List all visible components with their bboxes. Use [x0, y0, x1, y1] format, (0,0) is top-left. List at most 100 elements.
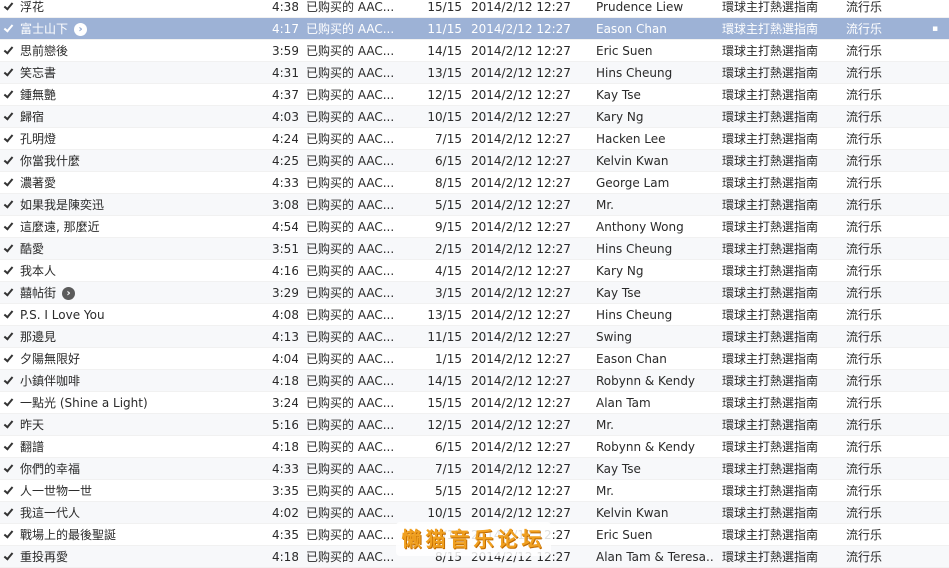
track-checkbox[interactable]	[3, 282, 17, 304]
track-date-added: 2014/2/12 12:27	[471, 220, 571, 234]
track-time: 4:35	[272, 528, 298, 542]
track-artist: Kary Ng	[596, 264, 644, 278]
track-row[interactable]: 我本人 4:16 已购买的 AAC... 4/15 2014/2/12 12:27 Kar…	[0, 260, 949, 282]
track-checkbox[interactable]	[3, 216, 17, 238]
checkmark-icon[interactable]	[3, 287, 14, 298]
track-name-cell: 一點光 (Shine a Light)	[20, 392, 265, 414]
track-checkbox[interactable]	[3, 62, 17, 84]
track-checkbox[interactable]	[3, 150, 17, 172]
checkmark-icon[interactable]	[3, 375, 14, 386]
track-genre: 流行乐	[846, 110, 883, 124]
track-name: 這麼遠, 那麼近	[20, 220, 100, 234]
track-checkbox[interactable]	[3, 524, 17, 546]
checkmark-icon[interactable]	[3, 221, 14, 232]
track-row[interactable]: 翻譜 4:18 已购买的 AAC... 6/15 2014/2/12 12:27 Roby…	[0, 436, 949, 458]
track-checkbox[interactable]	[3, 348, 17, 370]
track-row[interactable]: 夕陽無限好 4:04 已购买的 AAC... 1/15 2014/2/12 12:27 E…	[0, 348, 949, 370]
track-row[interactable]: 這麼遠, 那麼近 4:54 已购买的 AAC... 9/15 2014/2/12 12:…	[0, 216, 949, 238]
track-row[interactable]: 思前戀後 3:59 已购买的 AAC... 14/15 2014/2/12 12:27 E…	[0, 40, 949, 62]
track-number: 6/15	[435, 154, 462, 168]
track-name: 我這一代人	[20, 506, 81, 520]
checkmark-icon[interactable]	[3, 133, 14, 144]
checkmark-icon[interactable]	[3, 1, 14, 12]
track-row[interactable]: 歸宿 4:03 已购买的 AAC... 10/15 2014/2/12 12:27 Kar…	[0, 106, 949, 128]
track-row[interactable]: 你們的幸福 4:33 已购买的 AAC... 7/15 2014/2/12 12:27 K…	[0, 458, 949, 480]
track-checkbox[interactable]	[3, 480, 17, 502]
track-row[interactable]: 一點光 (Shine a Light) 3:24 已购买的 AAC... 15/15 2…	[0, 392, 949, 414]
track-row[interactable]: 笑忘書 4:31 已购买的 AAC... 13/15 2014/2/12 12:27 Hi…	[0, 62, 949, 84]
checkmark-icon[interactable]	[3, 353, 14, 364]
track-name-cell: 你們的幸福	[20, 458, 265, 480]
track-checkbox[interactable]	[3, 260, 17, 282]
track-number: 15/15	[427, 0, 462, 14]
track-artist: Eason Chan	[596, 352, 667, 366]
checkmark-icon[interactable]	[3, 89, 14, 100]
track-checkbox[interactable]	[3, 18, 17, 40]
track-checkbox[interactable]	[3, 458, 17, 480]
track-row[interactable]: 富士山下 › 4:17 已购买的 AAC... 11/15 2014/2/12 12:27…	[0, 18, 949, 40]
checkmark-icon[interactable]	[3, 463, 14, 474]
track-checkbox[interactable]	[3, 502, 17, 524]
checkmark-icon[interactable]	[3, 551, 14, 562]
track-date-added: 2014/2/12 12:27	[471, 286, 571, 300]
track-name: 囍帖街	[20, 286, 57, 300]
track-list[interactable]: 浮花 4:38 已购买的 AAC... 15/15 2014/2/12 12:27 Pru…	[0, 0, 949, 568]
track-checkbox[interactable]	[3, 414, 17, 436]
checkmark-icon[interactable]	[3, 331, 14, 342]
track-checkbox[interactable]	[3, 392, 17, 414]
track-checkbox[interactable]	[3, 194, 17, 216]
track-row[interactable]: 浮花 4:38 已购买的 AAC... 15/15 2014/2/12 12:27 Pru…	[0, 0, 949, 18]
track-row[interactable]: 濃著愛 4:33 已购买的 AAC... 8/15 2014/2/12 12:27 Geo…	[0, 172, 949, 194]
track-checkbox[interactable]	[3, 0, 17, 18]
track-row[interactable]: 鍾無艷 4:37 已购买的 AAC... 12/15 2014/2/12 12:27 Ka…	[0, 84, 949, 106]
checkmark-icon[interactable]	[3, 265, 14, 276]
track-number: 12/15	[427, 88, 462, 102]
arrow-right-circle-icon[interactable]: ›	[62, 287, 76, 300]
track-name: 濃著愛	[20, 176, 57, 190]
track-row[interactable]: 囍帖街 › 3:29 已购买的 AAC... 3/15 2014/2/12 12:27 Ka…	[0, 282, 949, 304]
checkmark-icon[interactable]	[3, 507, 14, 518]
track-row[interactable]: 酷愛 3:51 已购买的 AAC... 2/15 2014/2/12 12:27 Hins…	[0, 238, 949, 260]
track-row[interactable]: P.S. I Love You 4:08 已购买的 AAC... 13/15 2014/…	[0, 304, 949, 326]
checkmark-icon[interactable]	[3, 309, 14, 320]
checkmark-icon[interactable]	[3, 243, 14, 254]
track-row[interactable]: 我這一代人 4:02 已购买的 AAC... 10/15 2014/2/12 12:27…	[0, 502, 949, 524]
checkmark-icon[interactable]	[3, 111, 14, 122]
checkmark-icon[interactable]	[3, 155, 14, 166]
track-album: 環球主打熱選指南	[722, 308, 819, 322]
track-checkbox[interactable]	[3, 304, 17, 326]
track-checkbox[interactable]	[3, 370, 17, 392]
checkmark-icon[interactable]	[3, 441, 14, 452]
track-checkbox[interactable]	[3, 436, 17, 458]
track-date-added: 2014/2/12 12:27	[471, 242, 571, 256]
checkmark-icon[interactable]	[3, 485, 14, 496]
checkmark-icon[interactable]	[3, 67, 14, 78]
track-checkbox[interactable]	[3, 106, 17, 128]
track-checkbox[interactable]	[3, 326, 17, 348]
track-genre: 流行乐	[846, 352, 883, 366]
track-row[interactable]: 小鎮伴咖啡 4:18 已购买的 AAC... 14/15 2014/2/12 12:27…	[0, 370, 949, 392]
track-row[interactable]: 你當我什麼 4:25 已购买的 AAC... 6/15 2014/2/12 12:27 K…	[0, 150, 949, 172]
track-checkbox[interactable]	[3, 128, 17, 150]
track-checkbox[interactable]	[3, 172, 17, 194]
track-checkbox[interactable]	[3, 546, 17, 568]
track-row[interactable]: 昨天 5:16 已购买的 AAC... 12/15 2014/2/12 12:27 Mr.…	[0, 414, 949, 436]
track-row[interactable]: 那邊見 4:13 已购买的 AAC... 11/15 2014/2/12 12:27 Sw…	[0, 326, 949, 348]
track-row[interactable]: 孔明燈 4:24 已购买的 AAC... 7/15 2014/2/12 12:27 Hac…	[0, 128, 949, 150]
track-checkbox[interactable]	[3, 84, 17, 106]
track-number: 5/15	[435, 198, 462, 212]
track-checkbox[interactable]	[3, 40, 17, 62]
track-number: 12/15	[427, 418, 462, 432]
track-row[interactable]: 如果我是陳奕迅 3:08 已购买的 AAC... 5/15 2014/2/12 12:2…	[0, 194, 949, 216]
checkmark-icon[interactable]	[3, 45, 14, 56]
checkmark-icon[interactable]	[3, 529, 14, 540]
checkmark-icon[interactable]	[3, 177, 14, 188]
track-artist: Eric Suen	[596, 528, 653, 542]
checkmark-icon[interactable]	[3, 199, 14, 210]
arrow-right-circle-icon[interactable]: ›	[74, 23, 88, 36]
checkmark-icon[interactable]	[3, 397, 14, 408]
checkmark-icon[interactable]	[3, 419, 14, 430]
checkmark-icon[interactable]	[3, 23, 14, 34]
track-checkbox[interactable]	[3, 238, 17, 260]
track-row[interactable]: 人一世物一世 3:35 已购买的 AAC... 5/15 2014/2/12 12:27…	[0, 480, 949, 502]
